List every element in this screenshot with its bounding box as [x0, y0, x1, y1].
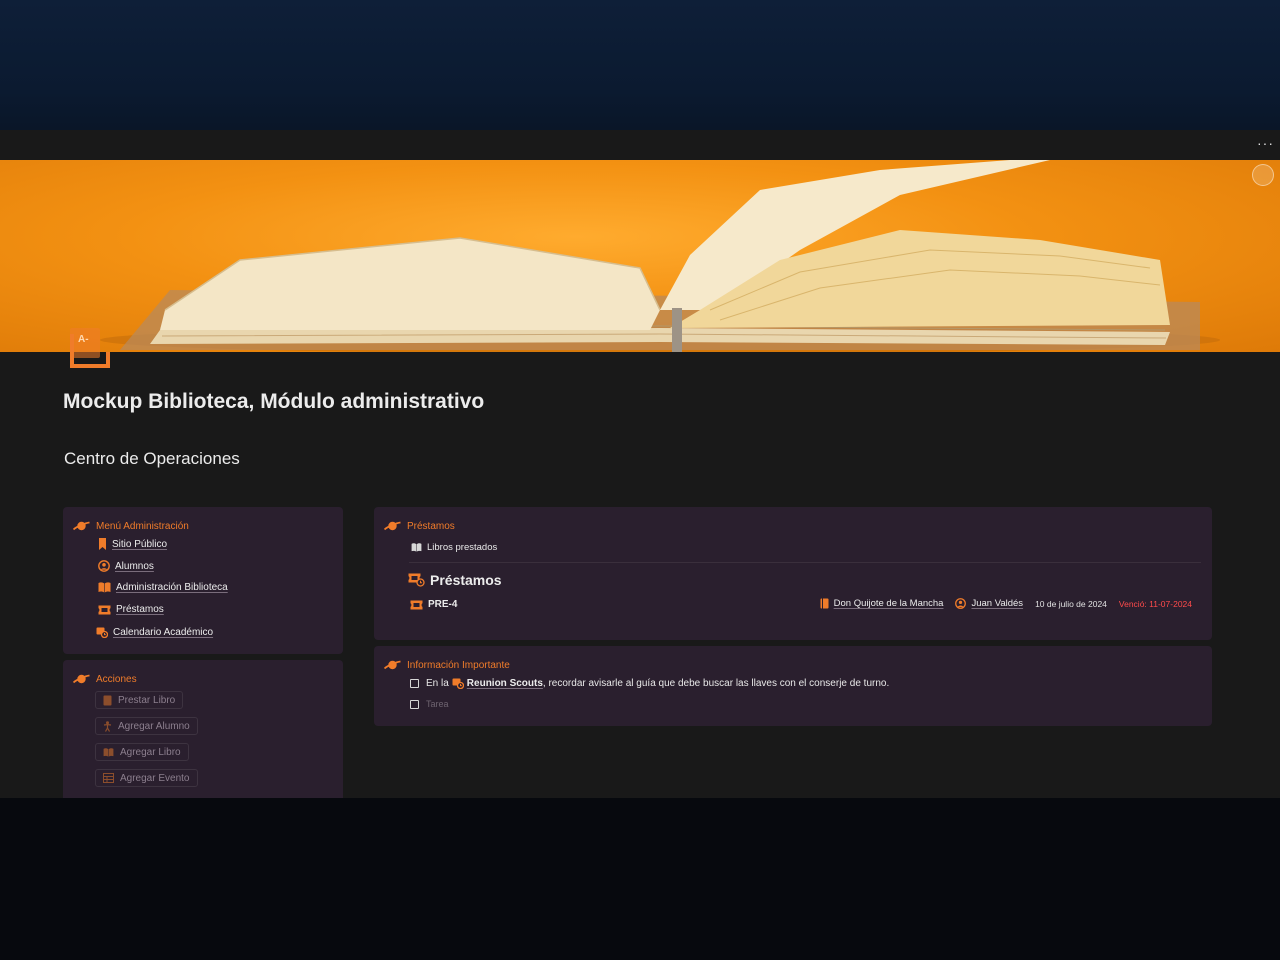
open-book-illustration	[100, 160, 1220, 352]
open-book-icon	[103, 747, 114, 757]
menu-item-sitio-publico[interactable]: Sitio Público	[98, 538, 167, 550]
menu-item-label[interactable]: Sitio Público	[112, 539, 167, 550]
calendar-clock-icon	[452, 678, 464, 689]
menu-item-calendario-academico[interactable]: Calendario Académico	[96, 626, 213, 638]
cover-image	[0, 160, 1280, 352]
calendar-clock-icon	[96, 627, 108, 638]
top-bar: ···	[0, 130, 1280, 160]
desktop-background-bottom	[0, 798, 1280, 960]
open-book-icon	[411, 543, 422, 552]
todo-checkbox-empty[interactable]	[410, 700, 419, 709]
page-icon[interactable]: A-	[70, 328, 112, 372]
svg-text:A-: A-	[78, 334, 89, 345]
agregar-alumno-button[interactable]: Agregar Alumno	[95, 717, 198, 735]
person-icon	[103, 720, 112, 732]
book-icon	[820, 598, 829, 609]
agregar-libro-button[interactable]: Agregar Libro	[95, 743, 189, 761]
table-icon	[103, 773, 114, 783]
desktop-background	[0, 0, 1280, 130]
view-tab-libros-prestados[interactable]: Libros prestados	[411, 542, 497, 553]
loan-id[interactable]: PRE-4	[428, 599, 457, 610]
ticket-icon	[98, 605, 111, 614]
menu-item-alumnos[interactable]: Alumnos	[98, 560, 154, 572]
user-circle-icon	[98, 560, 110, 572]
actions-title: Acciones	[96, 673, 137, 685]
view-tab-divider	[409, 562, 1201, 563]
notion-page: ··· A- Mockup Biblioteca, Módulo adminis…	[0, 130, 1280, 798]
button-label[interactable]: Agregar Libro	[120, 747, 181, 758]
loans-header: Préstamos	[384, 520, 455, 532]
important-info-header: Información Importante	[384, 659, 510, 671]
user-circle-icon	[955, 598, 967, 609]
admin-menu-title: Menú Administración	[96, 520, 189, 532]
loan-status: Venció: 11-07-2024	[1118, 598, 1192, 609]
button-label[interactable]: Agregar Alumno	[118, 721, 190, 732]
menu-item-label[interactable]: Administración Biblioteca	[116, 582, 228, 593]
admin-menu-header: Menú Administración	[73, 520, 189, 532]
button-label[interactable]: Agregar Evento	[120, 773, 190, 784]
menu-item-label[interactable]: Préstamos	[116, 604, 164, 615]
actions-callout: Acciones Prestar Libro Agregar Alumno Ag…	[63, 660, 343, 798]
agregar-evento-button[interactable]: Agregar Evento	[95, 769, 198, 787]
section-heading: Centro de Operaciones	[64, 449, 240, 468]
loan-book-relation[interactable]: Don Quijote de la Mancha	[820, 598, 944, 609]
loans-title: Préstamos	[407, 520, 455, 532]
menu-item-prestamos[interactable]: Préstamos	[98, 604, 164, 615]
view-tab-label[interactable]: Libros prestados	[427, 542, 497, 553]
bookmark-icon	[99, 538, 106, 550]
open-book-icon	[98, 582, 111, 593]
loans-database-title[interactable]: Préstamos	[408, 572, 502, 588]
prestar-libro-button[interactable]: Prestar Libro	[95, 691, 184, 709]
more-options-button[interactable]: ···	[1257, 136, 1274, 150]
button-label[interactable]: Prestar Libro	[118, 695, 175, 706]
todo-prefix: En la	[426, 677, 449, 689]
menu-item-label[interactable]: Alumnos	[115, 561, 154, 572]
admin-menu-callout: Menú Administración Sitio Público Alumno…	[63, 507, 343, 654]
actions-header: Acciones	[73, 673, 137, 685]
reposition-cover-button[interactable]	[1252, 164, 1274, 186]
important-info-title: Información Importante	[407, 659, 510, 671]
todo-checkbox[interactable]	[410, 679, 419, 688]
loans-callout: Préstamos Libros prestados Préstamos PRE…	[374, 507, 1212, 640]
planet-icon	[73, 674, 90, 684]
ticket-icon	[410, 600, 423, 609]
book-icon	[103, 695, 112, 705]
menu-item-label[interactable]: Calendario Académico	[113, 627, 213, 638]
planet-icon	[73, 521, 90, 531]
loan-row-id[interactable]: PRE-4	[410, 599, 457, 610]
loan-book-title[interactable]: Don Quijote de la Mancha	[834, 598, 944, 609]
loan-row-properties: Don Quijote de la Mancha Juan Valdés 10 …	[820, 598, 1192, 609]
ticket-clock-icon	[408, 573, 425, 587]
database-title[interactable]: Préstamos	[430, 572, 502, 588]
todo-link-reunion-scouts[interactable]: Reunion Scouts	[467, 678, 543, 689]
menu-item-administracion-biblioteca[interactable]: Administración Biblioteca	[98, 582, 228, 593]
important-info-callout: Información Importante En la Reunion Sco…	[374, 646, 1212, 726]
planet-icon	[384, 521, 401, 531]
planet-icon	[384, 660, 401, 670]
loan-student-name[interactable]: Juan Valdés	[971, 598, 1023, 609]
todo-suffix: , recordar avisarle al guía que debe bus…	[542, 677, 890, 689]
loan-student-relation[interactable]: Juan Valdés	[955, 598, 1023, 609]
page-title: Mockup Biblioteca, Módulo administrativo	[63, 390, 485, 413]
todo-text[interactable]: En la Reunion Scouts , recordar avisarle…	[426, 677, 889, 689]
loan-date: 10 de julio de 2024	[1035, 598, 1107, 609]
todo-placeholder[interactable]: Tarea	[426, 699, 449, 709]
